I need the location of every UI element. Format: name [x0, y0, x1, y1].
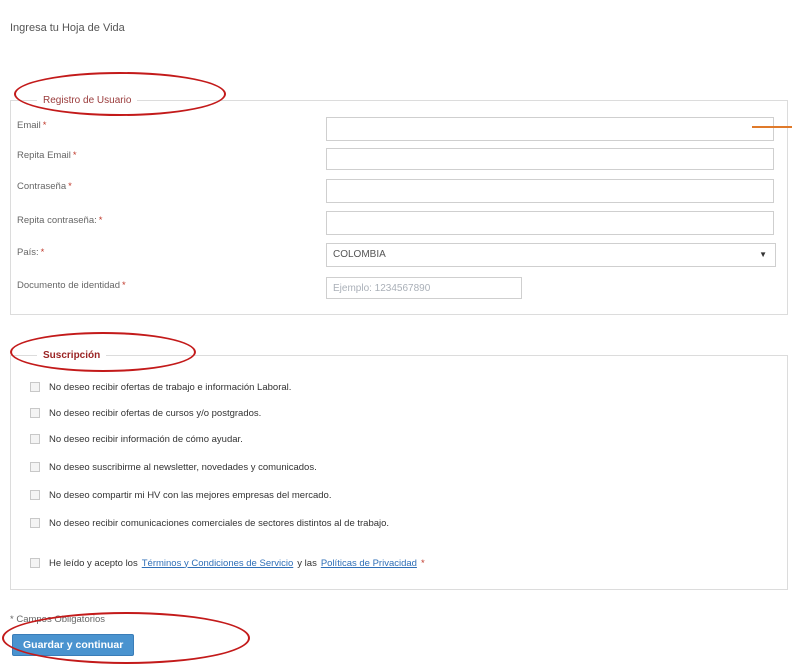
annotation-pointer: [752, 126, 792, 128]
page-title: Ingresa tu Hoja de Vida: [10, 22, 125, 34]
option-checkbox[interactable]: [30, 382, 40, 392]
document-label: Documento de identidad *: [17, 280, 126, 291]
required-mark: *: [68, 181, 72, 192]
option-row[interactable]: No deseo compartir mi HV con las mejores…: [30, 488, 331, 502]
email-field[interactable]: [326, 117, 774, 141]
repeat-email-field[interactable]: [326, 148, 774, 170]
terms-row[interactable]: He leído y acepto los Términos y Condici…: [30, 556, 425, 570]
option-row[interactable]: No deseo recibir información de cómo ayu…: [30, 432, 243, 446]
repeat-password-label: Repita contraseña: *: [17, 215, 102, 226]
dropdown-arrow-icon: ▼: [759, 250, 767, 259]
option-label: No deseo recibir ofertas de cursos y/o p…: [49, 407, 262, 419]
option-label: No deseo recibir comunicaciones comercia…: [49, 517, 390, 529]
required-mark: *: [98, 215, 103, 226]
option-label: No deseo suscribirme al newsletter, nove…: [49, 461, 317, 473]
terms-required-mark: *: [420, 557, 425, 569]
registro-legend: Registro de Usuario: [43, 95, 132, 106]
option-row[interactable]: No deseo recibir comunicaciones comercia…: [30, 516, 389, 530]
privacy-link[interactable]: Políticas de Privacidad: [321, 558, 417, 569]
repeat-email-label-text: Repita Email: [17, 150, 71, 161]
repeat-password-field[interactable]: [326, 211, 774, 235]
option-checkbox[interactable]: [30, 462, 40, 472]
required-fields-note: * Campos Obligatorios: [10, 614, 106, 625]
country-select[interactable]: COLOMBIA ▼: [326, 243, 776, 267]
terms-prefix: He leído y acepto los: [49, 557, 138, 569]
required-mark: *: [72, 150, 77, 161]
option-row[interactable]: No deseo recibir ofertas de cursos y/o p…: [30, 406, 261, 420]
required-mark: *: [122, 280, 126, 291]
repeat-email-label: Repita Email *: [17, 150, 77, 161]
option-label: No deseo compartir mi HV con las mejores…: [49, 489, 332, 501]
suscripcion-legend: Suscripción: [43, 350, 101, 361]
email-label: Email *: [17, 120, 46, 131]
terms-checkbox[interactable]: [30, 558, 40, 568]
option-label: No deseo recibir ofertas de trabajo e in…: [49, 381, 292, 393]
option-row[interactable]: No deseo recibir ofertas de trabajo e in…: [30, 380, 291, 394]
terms-link[interactable]: Términos y Condiciones de Servicio: [142, 558, 294, 569]
option-checkbox[interactable]: [30, 408, 40, 418]
option-row[interactable]: No deseo suscribirme al newsletter, nove…: [30, 460, 317, 474]
required-mark: *: [42, 120, 47, 131]
document-field[interactable]: [326, 277, 522, 299]
repeat-password-label-text: Repita contraseña:: [17, 215, 97, 226]
password-label-text: Contraseña: [17, 181, 67, 192]
password-label: Contraseña *: [17, 181, 72, 192]
option-checkbox[interactable]: [30, 518, 40, 528]
option-label: No deseo recibir información de cómo ayu…: [49, 433, 243, 445]
email-label-text: Email: [17, 120, 41, 131]
required-mark: *: [40, 247, 45, 258]
terms-middle: y las: [297, 557, 317, 569]
save-continue-button[interactable]: Guardar y continuar: [12, 634, 135, 656]
document-label-text: Documento de identidad: [17, 280, 120, 291]
option-checkbox[interactable]: [30, 434, 40, 444]
country-label-text: País:: [17, 247, 39, 258]
password-field[interactable]: [326, 179, 774, 203]
option-checkbox[interactable]: [30, 490, 40, 500]
country-select-value: COLOMBIA: [333, 249, 386, 260]
country-label: País: *: [17, 247, 44, 258]
